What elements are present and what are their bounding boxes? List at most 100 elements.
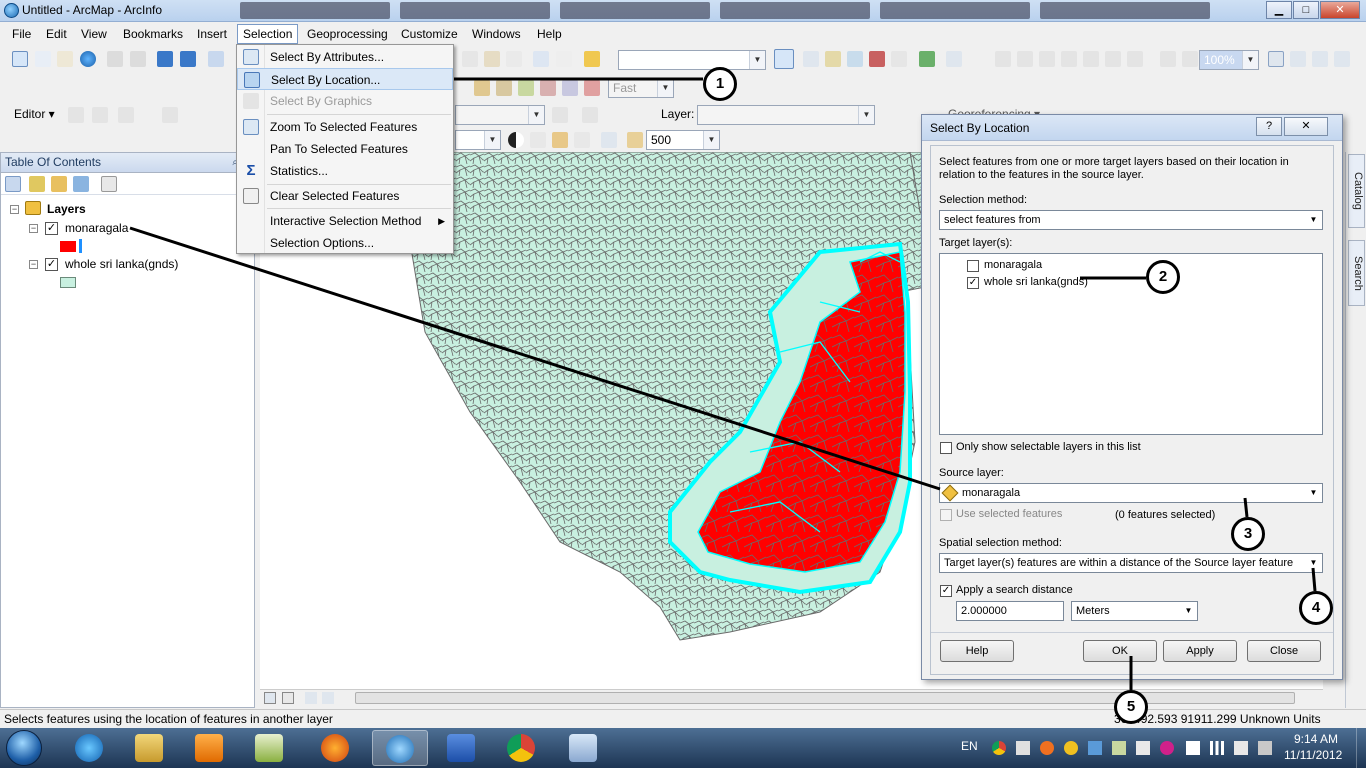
map-scale-combo[interactable]: ▼ (618, 50, 766, 70)
select-features-icon[interactable] (208, 51, 224, 67)
menu-file[interactable]: File (12, 27, 31, 41)
source-layer-dropdown[interactable]: monaragala ▼ (939, 483, 1323, 503)
pan-hand-icon[interactable] (57, 51, 73, 67)
menu-geoprocessing[interactable]: Geoprocessing (307, 27, 388, 41)
taskbar-arcmap[interactable] (372, 730, 428, 766)
tray-battery-icon[interactable] (1258, 741, 1272, 755)
hyperlink-icon[interactable] (540, 80, 556, 96)
measure-icon[interactable] (518, 80, 534, 96)
menu-customize[interactable]: Customize (401, 27, 458, 41)
monaragala-swatch[interactable] (60, 241, 76, 252)
tray-update-icon[interactable] (1040, 741, 1054, 755)
forward-arrow-icon[interactable] (180, 51, 196, 67)
menu-bookmarks[interactable]: Bookmarks (123, 27, 183, 41)
menu-item-clear-selected[interactable]: Clear Selected Features (237, 185, 453, 207)
spatial-method-dropdown[interactable]: Target layer(s) features are within a di… (939, 553, 1323, 573)
html-popup-icon[interactable] (562, 80, 578, 96)
only-selectable-label[interactable]: Only show selectable layers in this list (956, 441, 1141, 453)
language-indicator[interactable]: EN (961, 739, 978, 753)
taskbar-media[interactable] (182, 730, 238, 766)
taskbar-paint[interactable] (556, 730, 612, 766)
copy-icon[interactable] (462, 51, 478, 67)
only-selectable-checkbox[interactable] (940, 442, 952, 454)
brightness-icon[interactable] (530, 132, 546, 148)
list-by-selection-icon[interactable] (73, 176, 89, 192)
menu-item-zoom-to-selected[interactable]: Zoom To Selected Features (237, 116, 453, 138)
target-layer-whole-sri-lanka[interactable]: whole sri lanka(gnds) (984, 276, 1088, 288)
layers-root[interactable]: Layers (47, 202, 86, 216)
taskbar-app-chart[interactable] (242, 730, 298, 766)
fixed-zoom-out-icon[interactable] (130, 51, 146, 67)
ok-button[interactable]: OK (1083, 640, 1157, 662)
transparency-icon[interactable] (552, 132, 568, 148)
clock-date[interactable]: 11/11/2012 (1284, 748, 1342, 762)
layout-view-icon[interactable] (282, 692, 294, 704)
dialog-help-button[interactable]: ? (1256, 117, 1282, 136)
back-arrow-icon[interactable] (157, 51, 173, 67)
data-driven-pages-icon[interactable] (1334, 51, 1350, 67)
dialog-help-btn[interactable]: Help (940, 640, 1014, 662)
full-extent-globe-icon[interactable] (80, 51, 96, 67)
toc-options-icon[interactable] (101, 176, 117, 192)
tray-signal-icon[interactable] (1210, 741, 1224, 755)
catalog-icon[interactable] (825, 51, 841, 67)
scroll-thumb[interactable] (355, 692, 1295, 704)
editor-toolbar-icon[interactable] (774, 49, 794, 69)
search-tab[interactable]: Search (1348, 240, 1365, 306)
list-by-drawing-order-icon[interactable] (5, 176, 21, 192)
editor-menu[interactable]: Editor ▾ (14, 107, 55, 121)
fixed-zoom-in-icon[interactable] (107, 51, 123, 67)
map-horizontal-scrollbar[interactable] (260, 689, 1323, 706)
identify-icon[interactable] (474, 80, 490, 96)
data-view-icon[interactable] (264, 692, 276, 704)
menu-insert[interactable]: Insert (197, 27, 227, 41)
dialog-close-btn[interactable]: Close (1247, 640, 1321, 662)
paste-icon[interactable] (484, 51, 500, 67)
toggle-draft-mode-icon[interactable] (1268, 51, 1284, 67)
scale-value-combo[interactable]: 500 ▼ (646, 130, 720, 150)
taskbar-firefox[interactable] (308, 730, 364, 766)
tray-app-icon[interactable] (1016, 741, 1030, 755)
clear-selection-toolbar-icon[interactable] (584, 80, 600, 96)
catalog-tab[interactable]: Catalog (1348, 154, 1365, 228)
taskbar-ie[interactable] (62, 730, 118, 766)
taskbar-word[interactable] (434, 730, 490, 766)
target-layers-list[interactable]: monaragala ✓ whole sri lanka(gnds) (939, 253, 1323, 435)
pause-drawing-icon[interactable] (322, 692, 334, 704)
zoom-in-icon[interactable] (12, 51, 28, 67)
menu-item-select-by-location[interactable]: Select By Location... (237, 68, 453, 90)
tray-volume-icon[interactable] (1234, 741, 1248, 755)
menu-item-select-by-attributes[interactable]: Select By Attributes... (237, 46, 453, 68)
menu-item-interactive-selection-method[interactable]: Interactive Selection Method ▶ (237, 210, 453, 232)
tray-chrome-icon[interactable] (992, 741, 1006, 755)
menu-windows[interactable]: Windows (472, 27, 521, 41)
menu-item-statistics[interactable]: Σ Statistics... (237, 160, 453, 182)
find-icon[interactable] (496, 80, 512, 96)
distance-input[interactable]: 2.000000 (956, 601, 1064, 621)
focus-data-frame-icon[interactable] (1290, 51, 1306, 67)
selection-method-dropdown[interactable]: select features from ▼ (939, 210, 1323, 230)
effects-layer-combo[interactable]: ▼ (455, 130, 501, 150)
layer-name-whole-sri-lanka[interactable]: whole sri lanka(gnds) (65, 257, 178, 271)
tray-device-icon[interactable] (1112, 741, 1126, 755)
target-checkbox-whole-sri-lanka[interactable]: ✓ (967, 277, 979, 289)
maximize-button[interactable]: □ (1293, 1, 1319, 19)
menu-selection[interactable]: Selection (237, 24, 299, 44)
layer-checkbox-monaragala[interactable]: ✓ (45, 222, 58, 235)
menu-view[interactable]: View (81, 27, 107, 41)
arctoolbox-icon[interactable] (869, 51, 885, 67)
layer-name-monaragala[interactable]: monaragala (65, 221, 128, 235)
refresh-icon[interactable] (305, 692, 317, 704)
close-button[interactable]: ✕ (1320, 1, 1360, 19)
taskbar-explorer[interactable] (122, 730, 178, 766)
tray-sync-icon[interactable] (1136, 741, 1150, 755)
scale-icon[interactable] (601, 132, 617, 148)
table-of-contents-icon[interactable] (803, 51, 819, 67)
apply-distance-checkbox[interactable]: ✓ (940, 585, 952, 597)
layer-checkbox-whole-sri-lanka[interactable]: ✓ (45, 258, 58, 271)
list-by-source-icon[interactable] (29, 176, 45, 192)
undo-icon[interactable] (533, 51, 549, 67)
taskbar-chrome[interactable] (494, 730, 550, 766)
whole-sri-lanka-swatch[interactable] (60, 277, 76, 288)
target-layer-monaragala[interactable]: monaragala (984, 259, 1042, 271)
